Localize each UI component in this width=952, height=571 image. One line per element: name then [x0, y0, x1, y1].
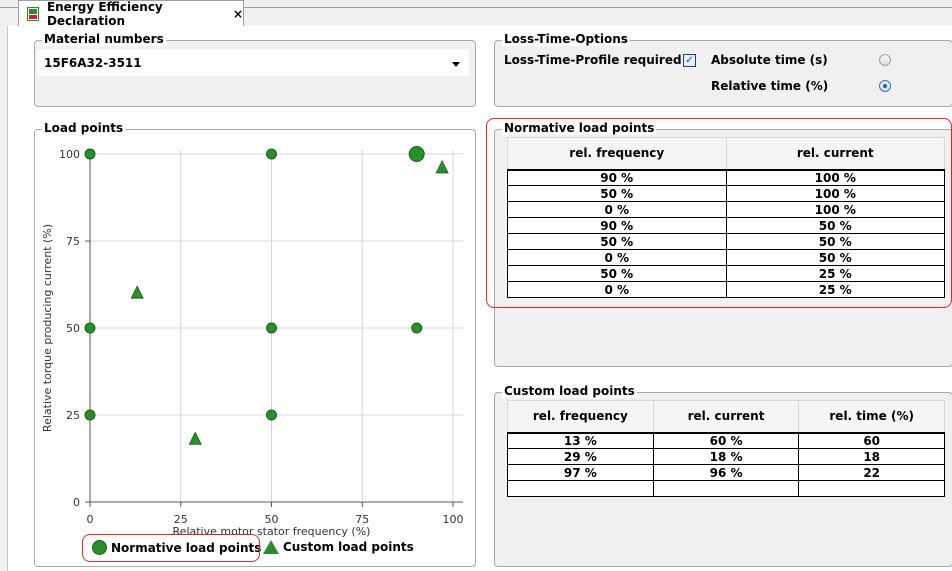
column-header-rel-frequency[interactable]: rel. frequency: [507, 137, 727, 171]
y-tick-label: 0: [73, 496, 80, 509]
normative-load-point[interactable]: [84, 148, 96, 160]
table-row[interactable]: 0 % 100 %: [507, 201, 946, 218]
load-points-chart: 0 25 50 75 1000255075100 Relative motor stat…: [41, 146, 464, 538]
cell-rel-time[interactable]: 22: [798, 464, 945, 481]
table-row[interactable]: 90 % 100 %: [507, 169, 946, 186]
cell-rel-time[interactable]: 18: [798, 448, 945, 465]
cell-rel-current[interactable]: [652, 480, 800, 497]
cell-rel-frequency: 50 %: [507, 185, 727, 202]
cell-rel-time[interactable]: [798, 480, 945, 497]
y-tick-label: 50: [66, 322, 80, 335]
custom-load-points-table: rel. frequency rel. current rel. time (%…: [507, 400, 945, 497]
y-tick-label: 100: [59, 148, 80, 161]
cell-rel-current[interactable]: 60 %: [652, 432, 800, 449]
load-points-group: Load points 0 25 50 75 100 0 25 50 75 100 Relativ…: [34, 121, 476, 567]
table-row[interactable]: 0 % 25 %: [507, 281, 946, 298]
normative-load-point[interactable]: [266, 148, 277, 160]
custom-load-point[interactable]: [130, 285, 144, 299]
table-row[interactable]: 50 % 100 %: [507, 185, 946, 202]
cell-rel-frequency: 0 %: [507, 201, 727, 218]
custom-load-point[interactable]: [435, 160, 449, 174]
loss-time-options-group: Loss-Time-Options Loss-Time-Profile requ…: [494, 32, 952, 107]
table-row[interactable]: 90 % 50 %: [507, 217, 946, 234]
column-header-rel-frequency[interactable]: rel. frequency: [507, 400, 654, 434]
cell-rel-time[interactable]: 60: [798, 432, 945, 449]
cell-rel-current: 100 %: [725, 185, 946, 202]
normative-load-points-group: Normative load points rel. frequency rel…: [494, 121, 952, 367]
chevron-down-icon[interactable]: [452, 62, 460, 67]
cell-rel-current: 50 %: [725, 217, 946, 234]
cell-rel-frequency: 0 %: [507, 249, 727, 266]
cell-rel-current: 100 %: [725, 201, 946, 218]
loss-time-options-title: Loss-Time-Options: [502, 32, 630, 46]
custom-load-points-group: Custom load points rel. frequency rel. c…: [494, 384, 952, 567]
loss-time-profile-label: Loss-Time-Profile required: [504, 53, 682, 67]
document-icon: [27, 6, 39, 21]
table-row[interactable]: 0 % 50 %: [507, 249, 946, 266]
cell-rel-current: 50 %: [725, 233, 946, 250]
material-numbers-group: Material numbers 15F6A32-3511: [34, 32, 476, 107]
material-number-dropdown[interactable]: 15F6A32-3511: [37, 50, 469, 76]
normative-load-points-title: Normative load points: [502, 121, 657, 135]
cell-rel-frequency[interactable]: 29 %: [507, 448, 654, 465]
normative-load-point[interactable]: [408, 146, 425, 162]
table-row[interactable]: 50 % 25 %: [507, 265, 946, 282]
table-row[interactable]: 97 % 96 % 22: [507, 464, 945, 481]
cell-rel-current: 25 %: [725, 281, 946, 298]
legend-normative: Normative load points: [92, 540, 261, 555]
column-header-rel-time[interactable]: rel. time (%): [798, 400, 945, 434]
legend-custom: Custom load points: [263, 540, 414, 554]
cell-rel-current[interactable]: 18 %: [652, 448, 800, 465]
x-axis-label: Relative motor stator frequency (%): [173, 525, 371, 538]
cell-rel-frequency: 90 %: [507, 169, 727, 186]
normative-load-point[interactable]: [84, 409, 96, 421]
cell-rel-current: 25 %: [725, 265, 946, 282]
absolute-time-radio[interactable]: [879, 54, 891, 66]
normative-load-point[interactable]: [84, 322, 96, 334]
relative-time-label: Relative time (%): [711, 79, 829, 93]
close-icon[interactable]: ×: [233, 7, 243, 21]
cell-rel-frequency[interactable]: 97 %: [507, 464, 654, 481]
cell-rel-frequency: 90 %: [507, 217, 727, 234]
custom-load-point[interactable]: [188, 431, 202, 445]
column-header-rel-current[interactable]: rel. current: [652, 400, 800, 434]
custom-load-points-title: Custom load points: [502, 384, 637, 398]
cell-rel-frequency[interactable]: 13 %: [507, 432, 654, 449]
column-header-rel-current[interactable]: rel. current: [725, 137, 946, 171]
table-row[interactable]: 29 % 18 % 18: [507, 448, 945, 465]
content-panel: Material numbers 15F6A32-3511 Loss-Time-…: [7, 26, 952, 571]
legend-custom-label: Custom load points: [283, 540, 414, 554]
table-row[interactable]: 50 % 50 %: [507, 233, 946, 250]
cell-rel-current[interactable]: 96 %: [652, 464, 800, 481]
material-number-value: 15F6A32-3511: [44, 56, 142, 70]
table-row[interactable]: 13 % 60 % 60: [507, 432, 945, 449]
normative-load-points-table: rel. frequency rel. current 90 % 100 % 50…: [507, 137, 946, 298]
y-axis-label: Relative torque producing current (%): [41, 224, 54, 432]
material-numbers-title: Material numbers: [42, 32, 166, 46]
tab-title: Energy Efficiency Declaration: [46, 0, 163, 28]
cell-rel-current: 50 %: [725, 249, 946, 266]
normative-load-point[interactable]: [266, 322, 277, 334]
cell-rel-frequency: 50 %: [507, 265, 727, 282]
absolute-time-label: Absolute time (s): [711, 53, 828, 67]
x-tick-label: 100: [443, 513, 464, 526]
relative-time-radio[interactable]: [879, 80, 891, 92]
cell-rel-frequency: 0 %: [507, 281, 727, 298]
legend-normative-label: Normative load points: [111, 540, 262, 555]
cell-rel-current: 100 %: [725, 169, 946, 186]
triangle-marker-icon: [263, 540, 279, 554]
loss-time-profile-checkbox[interactable]: ✓: [683, 54, 696, 67]
y-tick-label: 25: [66, 409, 80, 422]
y-tick-label: 75: [66, 235, 80, 248]
x-tick-label: 0: [87, 513, 94, 526]
cell-rel-frequency[interactable]: [507, 480, 654, 497]
table-row-empty[interactable]: [507, 480, 945, 497]
normative-load-point[interactable]: [266, 409, 277, 421]
circle-marker-icon: [92, 540, 107, 555]
tab-energy-efficiency[interactable]: Energy Efficiency Declaration ×: [18, 0, 244, 28]
normative-load-point[interactable]: [411, 322, 423, 334]
cell-rel-frequency: 50 %: [507, 233, 727, 250]
